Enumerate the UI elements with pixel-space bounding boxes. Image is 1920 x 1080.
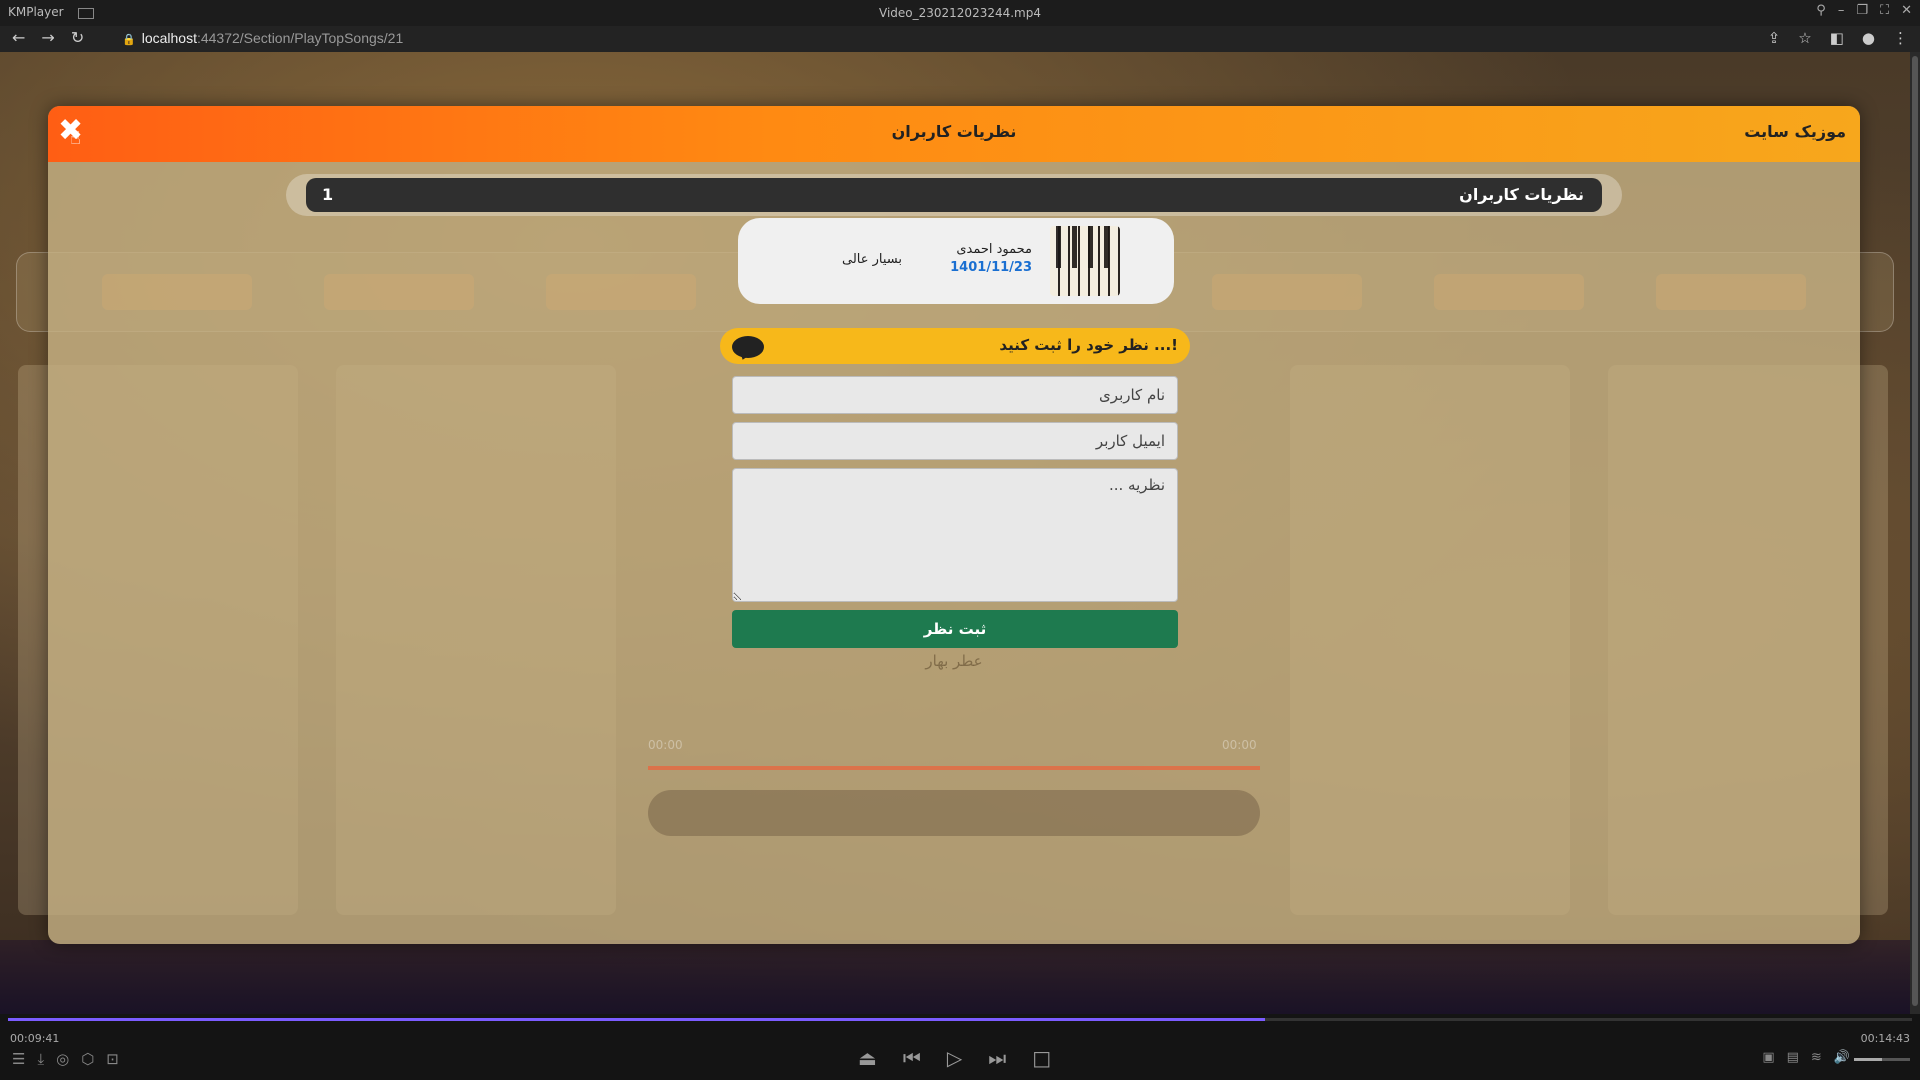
equalizer-icon[interactable]: ≋ — [1811, 1050, 1822, 1065]
download-icon[interactable]: ⤓ — [37, 1050, 44, 1068]
background-song-title: عطر بهار — [925, 652, 983, 670]
minimize-icon[interactable]: – — [1838, 3, 1845, 18]
background-time-start: 00:00 — [648, 738, 683, 752]
background-footer — [0, 940, 1910, 1014]
share-icon[interactable]: ⇪ — [1768, 29, 1781, 47]
volume-level — [1854, 1058, 1882, 1061]
playlist-icon[interactable]: ☰ — [12, 1050, 25, 1068]
comment-textarea[interactable] — [732, 468, 1178, 602]
player-controls: 00:09:41 00:14:43 ☰ ⤓ ◎ ⬡ ⊡ ⏏ ⏮ ▷ ⏭ □ ▣ … — [0, 1014, 1920, 1080]
url-path: :44372/Section/PlayTopSongs/21 — [196, 30, 404, 46]
comment-text: بسیار عالی — [842, 252, 903, 267]
comments-count: 1 — [322, 185, 334, 204]
modal-title: نظریات کاربران — [891, 122, 1017, 141]
time-total: 00:14:43 — [1860, 1032, 1910, 1045]
stop-icon[interactable]: □ — [1032, 1046, 1051, 1070]
fullscreen-icon[interactable]: ⛶ — [1880, 3, 1889, 18]
comment-author: محمود احمدی — [956, 242, 1032, 257]
comment-card: محمود احمدی 1401/11/23 بسیار عالی — [738, 218, 1174, 304]
subtitle-icon[interactable]: ▤ — [1787, 1050, 1799, 1065]
reload-icon[interactable]: ↻ — [71, 28, 84, 47]
seek-bar[interactable] — [8, 1018, 1912, 1021]
browser-toolbar: ← → ↻ 🔒 localhost:44372/Section/PlayTopSo… — [0, 26, 1920, 52]
vr-icon[interactable]: ◎ — [56, 1050, 69, 1068]
username-input[interactable] — [732, 376, 1178, 414]
comments-header: نظریات کاربران — [1459, 185, 1584, 204]
browser-nav: ← → ↻ — [12, 28, 84, 47]
address-bar[interactable]: 🔒 localhost:44372/Section/PlayTopSongs/21 — [122, 30, 403, 46]
player-left-tools: ☰ ⤓ ◎ ⬡ ⊡ — [12, 1050, 119, 1068]
previous-icon[interactable]: ⏮ — [903, 1046, 921, 1070]
time-elapsed: 00:09:41 — [10, 1032, 60, 1045]
seek-progress — [8, 1018, 1265, 1021]
window-controls: ⚲ – ❐ ⛶ ✕ — [1816, 3, 1912, 18]
site-name: موزیک سایت — [1744, 122, 1846, 141]
modal-header: ✖ نظریات کاربران موزیک سایت — [48, 106, 1860, 162]
background-player-controls — [648, 790, 1260, 836]
forward-icon[interactable]: → — [41, 28, 54, 47]
comments-count-bar: 1 نظریات کاربران — [306, 178, 1602, 212]
piano-avatar — [1050, 226, 1120, 296]
background-time-end: 00:00 — [1222, 738, 1257, 752]
form-heading-text: نظر خود را ثبت کنید ...! — [999, 336, 1178, 354]
submit-comment-button[interactable]: ثبت نظر — [732, 610, 1178, 648]
volume-slider[interactable] — [1854, 1058, 1910, 1061]
pin-icon[interactable]: ⚲ — [1816, 3, 1826, 18]
next-icon[interactable]: ⏭ — [988, 1046, 1006, 1070]
play-icon[interactable]: ▷ — [947, 1046, 962, 1070]
player-file-name: Video_230212023244.mp4 — [879, 6, 1041, 20]
sidebar-icon[interactable]: ◧ — [1830, 29, 1844, 47]
comments-modal: ✖ نظریات کاربران موزیک سایت 1 نظریات کار… — [48, 106, 1860, 944]
eject-icon[interactable]: ⏏ — [858, 1046, 877, 1070]
comment-date: 1401/11/23 — [950, 260, 1032, 275]
email-input[interactable] — [732, 422, 1178, 460]
lock-icon: 🔒 — [122, 34, 136, 46]
back-icon[interactable]: ← — [12, 28, 25, 47]
profile-icon[interactable]: ● — [1862, 29, 1875, 47]
player-right-tools: ▣ ▤ ≋ 🔊 — [1762, 1050, 1850, 1065]
capture-icon[interactable]: ⊡ — [106, 1050, 119, 1068]
speaker-icon[interactable]: 🔊 — [1834, 1050, 1850, 1065]
hand-cursor-icon: ☝ — [70, 128, 81, 149]
page-scrollbar[interactable] — [1910, 52, 1920, 1014]
restore-icon[interactable]: ❐ — [1856, 3, 1868, 18]
chat-bubble-icon — [732, 336, 764, 358]
background-progress — [648, 766, 1260, 770]
scrollbar-thumb[interactable] — [1912, 56, 1918, 1006]
hw-icon[interactable]: ▣ — [1762, 1050, 1774, 1065]
3d-cube-icon[interactable]: ⬡ — [81, 1050, 94, 1068]
url-host: localhost — [141, 30, 197, 46]
close-window-icon[interactable]: ✕ — [1901, 3, 1912, 18]
playback-controls: ⏏ ⏮ ▷ ⏭ □ — [858, 1046, 1051, 1070]
player-titlebar: KMPlayer Video_230212023244.mp4 ⚲ – ❐ ⛶ … — [0, 0, 1920, 26]
comment-form-heading: نظر خود را ثبت کنید ...! — [720, 328, 1190, 364]
browser-actions: ⇪ ☆ ◧ ● ⋮ — [1768, 29, 1908, 47]
menu-dots-icon[interactable]: ⋮ — [1893, 29, 1908, 47]
bookmark-star-icon[interactable]: ☆ — [1798, 29, 1811, 47]
